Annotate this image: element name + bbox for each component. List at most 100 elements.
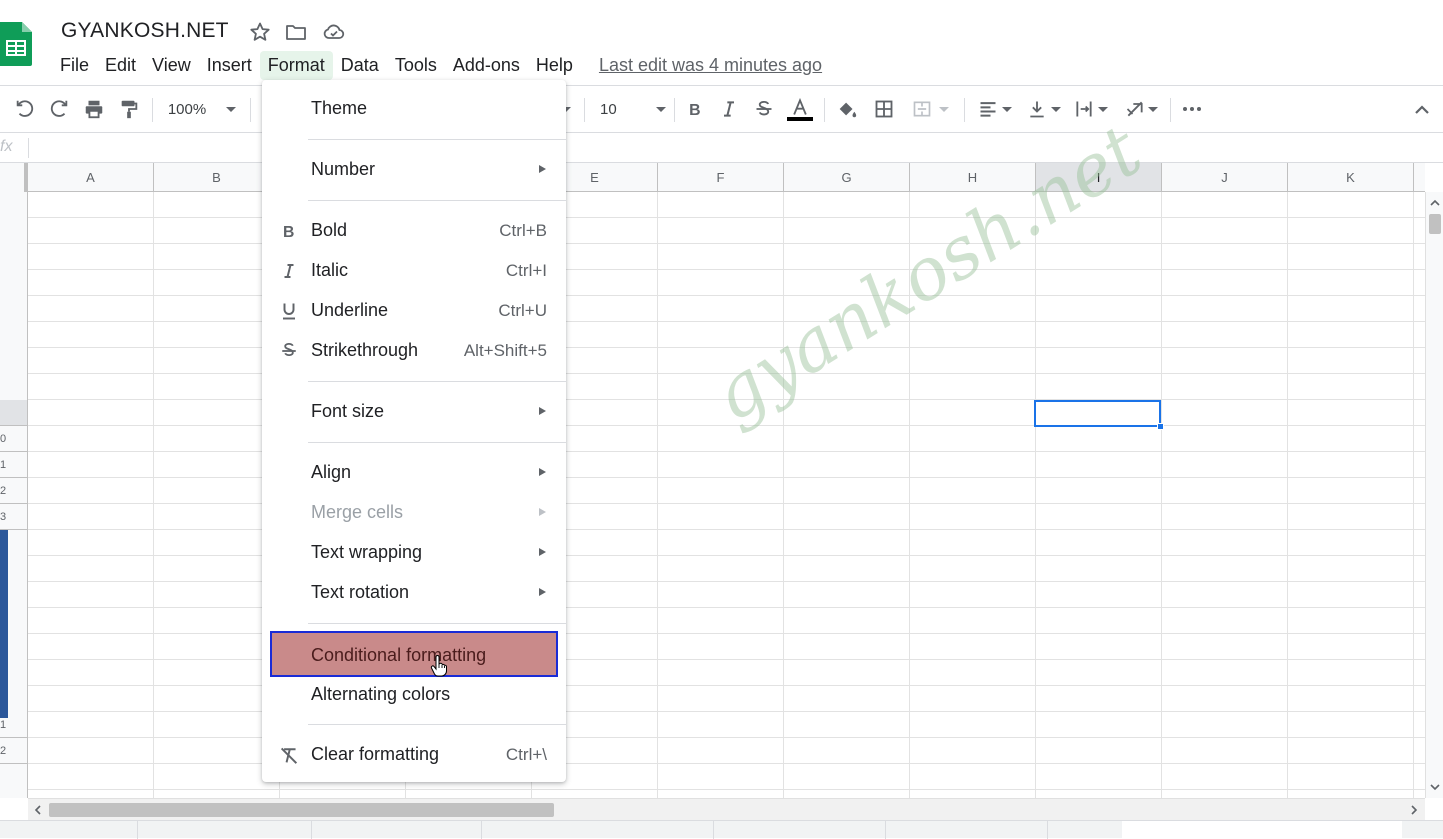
horizontal-scrollbar[interactable] xyxy=(28,798,1425,820)
menu-file[interactable]: File xyxy=(52,51,97,80)
cloud-saved-icon[interactable] xyxy=(322,20,346,44)
redo-icon[interactable] xyxy=(46,96,72,122)
merge-cells-icon[interactable] xyxy=(906,96,954,122)
sheet-tab[interactable] xyxy=(138,821,312,839)
row-header[interactable]: 0 xyxy=(0,426,27,452)
column-header-h[interactable]: H xyxy=(910,163,1036,191)
zoom-select[interactable]: 100% xyxy=(164,96,240,122)
scroll-left-icon[interactable] xyxy=(33,805,43,815)
toolbar: 100% 10 B xyxy=(0,86,1443,133)
chevron-down-icon xyxy=(656,106,666,112)
menu-item-alternating-colors[interactable]: Alternating colors xyxy=(262,676,566,712)
menu-addons[interactable]: Add-ons xyxy=(445,51,528,80)
fill-color-icon[interactable] xyxy=(834,96,860,122)
borders-icon[interactable] xyxy=(871,96,897,122)
cell-grid[interactable] xyxy=(28,192,1425,798)
vertical-scrollbar[interactable] xyxy=(1425,192,1443,798)
selected-cell[interactable] xyxy=(1034,400,1161,427)
svg-text:B: B xyxy=(283,224,294,240)
document-title[interactable]: GYANKOSH.NET xyxy=(61,19,229,43)
menu-help[interactable]: Help xyxy=(528,51,581,80)
column-header-k[interactable]: K xyxy=(1288,163,1414,191)
bold-icon[interactable]: B xyxy=(682,96,708,122)
star-icon[interactable] xyxy=(248,20,272,44)
horizontal-align-icon[interactable] xyxy=(974,96,1016,122)
scroll-up-icon[interactable] xyxy=(1430,198,1440,208)
menu-item-label: Conditional formatting xyxy=(311,645,487,665)
explore-area xyxy=(1122,821,1402,839)
font-size-select[interactable]: 10 xyxy=(596,96,666,122)
sheet-tab[interactable] xyxy=(714,821,886,839)
menu-tools[interactable]: Tools xyxy=(387,51,445,80)
row-header[interactable]: 1 xyxy=(0,452,27,478)
menu-data[interactable]: Data xyxy=(333,51,387,80)
menu-insert[interactable]: Insert xyxy=(199,51,260,80)
sidebar-accent-strip xyxy=(0,530,8,718)
menu-format[interactable]: Format xyxy=(259,50,333,80)
undo-icon[interactable] xyxy=(12,96,38,122)
folder-icon[interactable] xyxy=(284,20,308,44)
menu-item-underline[interactable]: Underline Ctrl+U xyxy=(262,292,566,328)
horizontal-scroll-thumb[interactable] xyxy=(49,803,554,817)
text-color-icon[interactable] xyxy=(786,96,814,122)
menu-item-clear-formatting[interactable]: Clear formatting Ctrl+\ xyxy=(262,736,566,772)
text-rotation-icon[interactable] xyxy=(1120,96,1162,122)
more-options-icon[interactable] xyxy=(1180,96,1204,122)
sheet-tab[interactable] xyxy=(886,821,1048,839)
sheet-tab[interactable] xyxy=(108,821,138,839)
menu-item-conditional-formatting[interactable]: Conditional formatting xyxy=(270,631,558,677)
row-header[interactable]: 2 xyxy=(0,738,27,764)
hand-cursor-icon xyxy=(430,655,447,677)
column-header-a[interactable]: A xyxy=(28,163,154,191)
menu-item-italic[interactable]: Italic Ctrl+I xyxy=(262,252,566,288)
menu-view[interactable]: View xyxy=(144,51,199,80)
formula-bar: fx xyxy=(0,133,1443,163)
submenu-arrow-icon xyxy=(539,588,546,596)
sheets-logo-icon[interactable] xyxy=(0,22,32,66)
paint-format-icon[interactable] xyxy=(116,96,142,122)
strikethrough-icon[interactable] xyxy=(751,96,777,122)
menu-item-text-rotation[interactable]: Text rotation xyxy=(262,574,566,610)
column-header-j[interactable]: J xyxy=(1162,163,1288,191)
row-header[interactable] xyxy=(0,400,27,426)
toolbar-divider xyxy=(824,98,825,122)
menu-item-align[interactable]: Align xyxy=(262,454,566,490)
menu-item-shortcut: Ctrl+\ xyxy=(505,745,547,764)
column-header-g[interactable]: G xyxy=(784,163,910,191)
text-wrapping-icon[interactable] xyxy=(1070,96,1112,122)
menu-item-shortcut: Ctrl+I xyxy=(505,261,547,280)
scroll-down-icon[interactable] xyxy=(1430,782,1440,792)
submenu-arrow-icon xyxy=(539,508,546,516)
menu-item-font-size[interactable]: Font size xyxy=(262,393,566,429)
column-header-i[interactable]: I xyxy=(1036,163,1162,191)
submenu-arrow-icon xyxy=(539,165,546,173)
print-icon[interactable] xyxy=(81,96,107,122)
fill-handle[interactable] xyxy=(1157,423,1164,430)
menu-bar: File Edit View Insert Format Data Tools … xyxy=(52,50,822,80)
menu-item-strikethrough[interactable]: Strikethrough Alt+Shift+5 xyxy=(262,332,566,368)
vertical-align-icon[interactable] xyxy=(1024,96,1064,122)
menu-item-bold[interactable]: B Bold Ctrl+B xyxy=(262,212,566,248)
vertical-scroll-thumb[interactable] xyxy=(1429,214,1441,234)
scroll-right-icon[interactable] xyxy=(1409,805,1419,815)
toolbar-divider xyxy=(152,98,153,122)
menu-item-label: Strikethrough xyxy=(311,340,419,360)
sheet-tab[interactable] xyxy=(482,821,714,839)
row-header[interactable]: 2 xyxy=(0,478,27,504)
menu-item-number[interactable]: Number xyxy=(262,151,566,187)
menu-divider xyxy=(308,381,566,382)
formula-input[interactable] xyxy=(30,133,1410,163)
row-header[interactable]: 3 xyxy=(0,504,27,530)
menu-divider xyxy=(308,442,566,443)
select-all-corner[interactable] xyxy=(0,163,28,192)
column-header-f[interactable]: F xyxy=(658,163,784,191)
font-size-value: 10 xyxy=(600,100,617,118)
collapse-toolbar-icon[interactable] xyxy=(1410,96,1434,122)
sheet-tab[interactable] xyxy=(312,821,482,839)
menu-item-theme[interactable]: Theme xyxy=(262,90,566,126)
italic-icon[interactable] xyxy=(716,96,742,122)
menu-edit[interactable]: Edit xyxy=(97,51,144,80)
clear-formatting-icon xyxy=(278,744,300,766)
menu-item-text-wrapping[interactable]: Text wrapping xyxy=(262,534,566,570)
last-edit-link[interactable]: Last edit was 4 minutes ago xyxy=(599,55,822,76)
